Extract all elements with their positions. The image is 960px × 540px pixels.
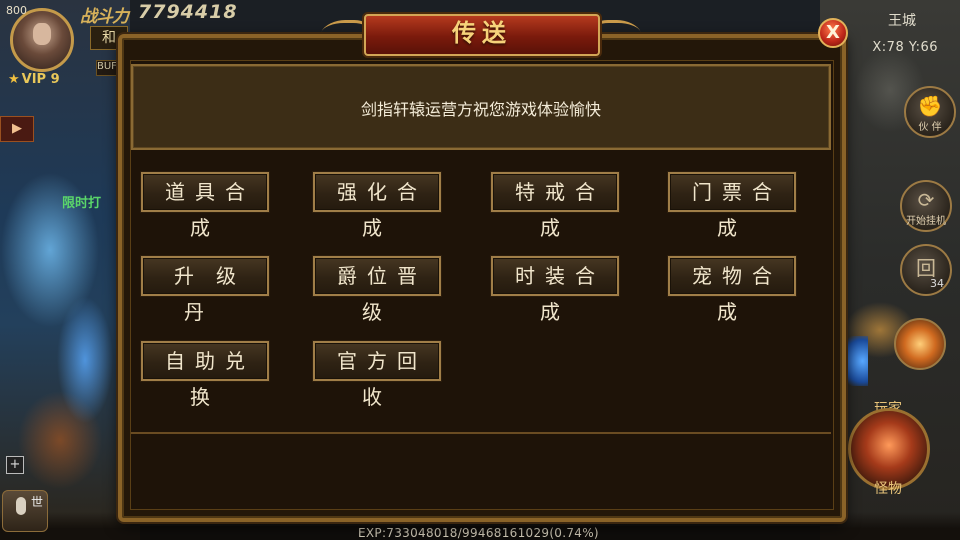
notice-text: 剑指轩辕运营方祝您游戏体验愉快 — [360, 100, 601, 119]
city-name: 王城 — [888, 13, 916, 29]
official-recycle-button[interactable]: 官方回收 — [313, 341, 441, 409]
return-button[interactable]: 回 34 — [900, 244, 952, 296]
level-text: 800 — [6, 4, 27, 17]
skill-button[interactable] — [894, 318, 946, 370]
vip-text: VIP 9 — [21, 72, 60, 87]
player-avatar[interactable] — [10, 8, 74, 72]
ticket-synthesis-button[interactable]: 门票合成 — [668, 172, 796, 240]
limited-label[interactable]: 限时打 — [62, 192, 101, 211]
pet-synthesis-button[interactable]: 宠物合成 — [668, 256, 796, 324]
microphone-icon — [16, 497, 26, 515]
special-ring-synthesis-button[interactable]: 特戒合成 — [491, 172, 619, 240]
fashion-synthesis-button[interactable]: 时装合成 — [491, 256, 619, 324]
item-synthesis-button[interactable]: 道具合成 — [141, 172, 269, 240]
fist-icon: ✊ — [917, 94, 943, 118]
play-icon: ▶ — [12, 121, 22, 136]
enhance-synthesis-button[interactable]: 强化合成 — [313, 172, 441, 240]
level-pill-button[interactable]: 升级丹 — [141, 256, 269, 324]
auto-battle-label: 开始挂机 — [906, 216, 946, 227]
combat-power-value: 7794418 — [138, 1, 238, 23]
voice-chat-button[interactable]: 世 — [2, 490, 48, 532]
expand-plus-button[interactable]: + — [6, 456, 24, 474]
partner-label: 伙 伴 — [918, 122, 942, 133]
monster-target-label[interactable]: 怪物 — [874, 478, 902, 498]
dialog-title: 传送 — [452, 18, 512, 47]
plus-icon: + — [9, 457, 21, 472]
partner-button[interactable]: ✊ 伙 伴 — [904, 86, 956, 138]
play-arrow-button[interactable]: ▶ — [0, 116, 34, 142]
vip-badge[interactable]: ★ VIP 9 — [8, 72, 60, 87]
return-count: 34 — [930, 277, 944, 290]
star-icon: ★ — [8, 72, 20, 87]
dialog-divider — [131, 432, 831, 434]
auto-battle-button[interactable]: ⟳ 开始挂机 — [900, 180, 952, 232]
close-button[interactable]: X — [818, 18, 848, 48]
coordinates: X:78 Y:66 — [872, 40, 938, 55]
combat-power-label: 战斗力 — [80, 7, 129, 27]
avatar-face — [33, 23, 51, 45]
rank-promotion-button[interactable]: 爵位晋级 — [313, 256, 441, 324]
world-channel-label: 世 — [31, 495, 44, 509]
notice-box: 剑指轩辕运营方祝您游戏体验愉快 — [131, 64, 831, 150]
auto-battle-icon: ⟳ — [917, 188, 935, 212]
close-icon: X — [826, 22, 840, 43]
self-exchange-button[interactable]: 自助兑换 — [141, 341, 269, 409]
exp-text: EXP:733048018/99468161029(0.74%) — [358, 526, 599, 540]
